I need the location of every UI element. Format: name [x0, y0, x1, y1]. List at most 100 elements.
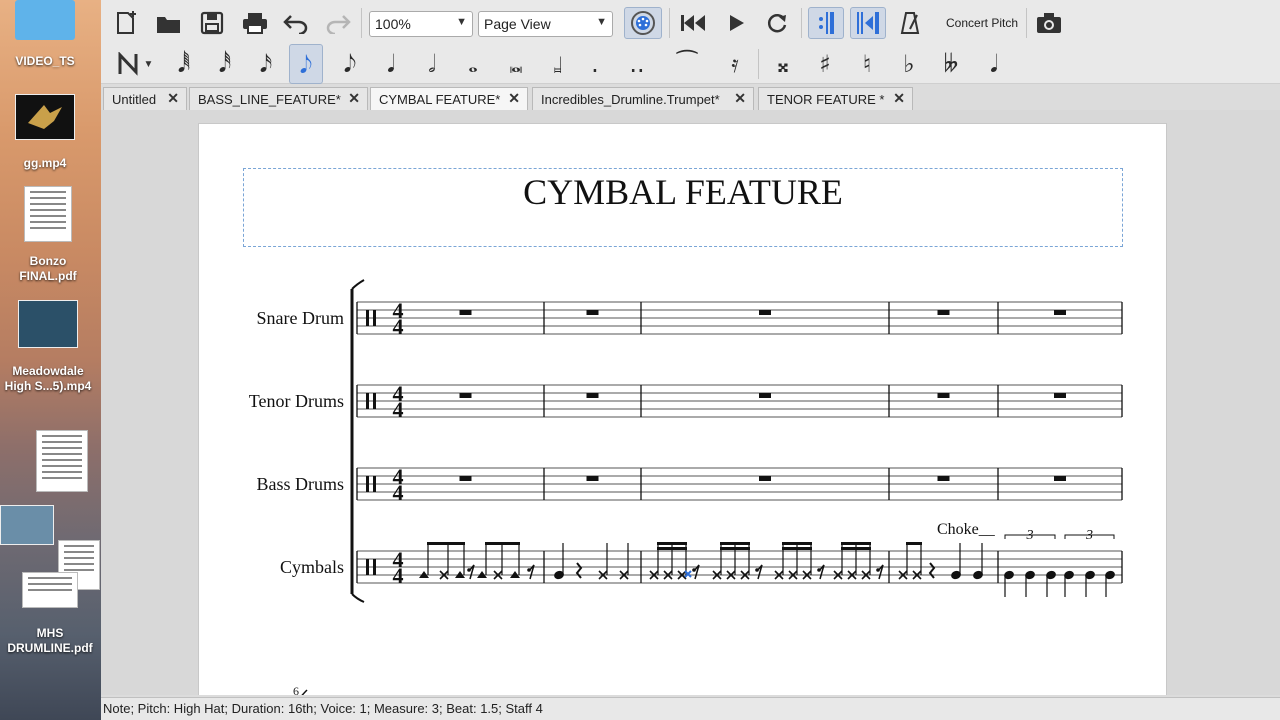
close-icon[interactable]: ✕ [167, 90, 179, 107]
metronome-icon[interactable] [898, 9, 922, 37]
folder-icon [15, 0, 75, 40]
main-toolbar: 100% ▼ Page View ▼ Concert Pitch [101, 0, 1280, 44]
midi-input-button[interactable] [624, 7, 662, 39]
new-score-icon[interactable] [113, 9, 141, 37]
tab-bass-line-feature[interactable]: BASS_LINE_FEATURE* ✕ [189, 87, 368, 110]
pdf-document-icon [24, 186, 72, 242]
toolbar-separator [1026, 8, 1027, 38]
64th-note-icon[interactable]: 𝅘𝅥𝅱 [170, 44, 198, 84]
view-mode-select[interactable]: Page View ▼ [478, 11, 613, 37]
whole-rest [759, 393, 771, 398]
desktop-file-bonzo[interactable]: Bonzo FINAL.pdf [8, 186, 88, 284]
tab-label: BASS_LINE_FEATURE* [198, 91, 341, 107]
percussion-clef [373, 476, 376, 492]
print-icon[interactable] [240, 9, 270, 37]
desktop-file-gg[interactable]: gg.mp4 [4, 94, 86, 171]
desktop-file-meadowdale[interactable]: Meadowdale High S...5).mp4 [0, 300, 96, 394]
note-input-mode-button[interactable]: ▼ [115, 50, 155, 78]
desktop-item-label: Meadowdale High S...5).mp4 [4, 364, 92, 393]
toolbar-separator [669, 8, 670, 38]
chevron-down-icon: ▼ [456, 16, 467, 28]
32nd-note-icon[interactable]: 𝅘𝅥𝅰 [211, 44, 239, 84]
tab-tenor-feature[interactable]: TENOR FEATURE * ✕ [758, 87, 913, 110]
sharp-icon[interactable]: ♯ [811, 44, 839, 84]
next-system-bracket [301, 689, 308, 695]
whole-rest [586, 393, 599, 398]
whole-rest [1054, 476, 1066, 481]
desktop-item-label: gg.mp4 [23, 156, 67, 170]
percussion-clef [373, 559, 376, 575]
flat-icon[interactable]: ♭ [895, 44, 923, 84]
double-flat-icon[interactable]: 𝄫 [935, 44, 967, 84]
percussion-clef [366, 476, 369, 492]
whole-rest [759, 310, 771, 315]
desktop-item-label: MHS DRUMLINE.pdf [7, 626, 93, 655]
score-tabs: Untitled ✕ BASS_LINE_FEATURE* ✕ CYMBAL F… [101, 85, 1280, 111]
pan-score-button[interactable] [850, 7, 886, 39]
tab-untitled[interactable]: Untitled ✕ [103, 87, 187, 110]
score-canvas[interactable]: CYMBAL FEATURE Snare Drum Tenor Drums Ba… [101, 110, 1280, 695]
repeat-icon [819, 12, 834, 34]
8th-note-plain-icon[interactable]: 𝅘𝅥𝅮 [336, 44, 364, 84]
rewind-icon[interactable] [678, 9, 708, 37]
natural-icon[interactable]: ♮ [853, 44, 881, 84]
augmentation-dot-icon[interactable]: . [587, 44, 603, 84]
play-icon[interactable] [722, 9, 750, 37]
whole-rest [586, 476, 599, 481]
tab-cymbal-feature[interactable]: CYMBAL FEATURE* ✕ [370, 87, 528, 111]
loop-playback-icon[interactable] [763, 9, 791, 37]
zoom-select[interactable]: 100% ▼ [369, 11, 473, 37]
time-signature-denominator: 4 [393, 314, 404, 339]
quarter-note-icon[interactable]: 𝅘𝅥 [377, 44, 405, 84]
save-icon[interactable] [198, 9, 226, 37]
close-icon[interactable]: ✕ [893, 90, 905, 107]
score-page[interactable]: CYMBAL FEATURE Snare Drum Tenor Drums Ba… [198, 123, 1167, 695]
concert-pitch-toggle[interactable]: Concert Pitch [946, 16, 1018, 30]
document-icon[interactable] [22, 572, 78, 608]
half-note-icon[interactable]: 𝅗𝅥 [418, 44, 446, 84]
document-icon[interactable] [36, 430, 88, 492]
beam [782, 542, 812, 545]
camera-icon[interactable] [1034, 9, 1064, 37]
eighth-rest-dot [692, 568, 696, 572]
close-icon[interactable]: ✕ [508, 90, 520, 107]
toolbar-separator [801, 8, 802, 38]
whole-rest [759, 476, 771, 481]
redo-icon[interactable] [324, 9, 352, 37]
flip-direction-icon[interactable]: 𝅘𝅥 [977, 44, 1011, 84]
breve-icon[interactable]: 𝅜 [502, 44, 530, 84]
desktop-item-label: VIDEO_TS [15, 54, 75, 68]
8th-note-icon[interactable]: 𝅘𝅥𝅮 [289, 44, 323, 84]
beam [657, 547, 687, 550]
close-icon[interactable]: ✕ [348, 90, 360, 107]
whole-rest [459, 476, 472, 481]
repeat-playback-button[interactable] [808, 7, 844, 39]
quarter-rest [575, 562, 583, 579]
tie-icon[interactable]: ⁀ [673, 44, 701, 84]
beam [782, 547, 812, 550]
beam [841, 547, 871, 550]
zoom-value: 100% [375, 16, 411, 32]
time-signature-denominator: 4 [393, 563, 404, 588]
desktop-file-mhs-drumline[interactable]: MHS DRUMLINE.pdf [0, 626, 100, 656]
time-signature-denominator: 4 [393, 397, 404, 422]
beam [427, 542, 465, 545]
double-dot-icon[interactable]: .. [625, 44, 649, 84]
double-sharp-icon[interactable]: 𝄪 [769, 44, 797, 84]
rest-icon[interactable]: 𝄿 [720, 44, 750, 84]
eighth-rest-dot [817, 568, 821, 572]
time-signature-denominator: 4 [393, 480, 404, 505]
score-staves[interactable]: 444444443 3 [199, 124, 1168, 695]
undo-icon[interactable] [282, 9, 310, 37]
system-bracket-top [351, 279, 365, 290]
percussion-clef [366, 393, 369, 409]
16th-note-icon[interactable]: 𝅘𝅥𝅯 [252, 44, 280, 84]
video-thumbnail-icon[interactable] [0, 505, 54, 545]
desktop-folder-video-ts[interactable]: VIDEO_TS [10, 0, 80, 69]
open-folder-icon[interactable] [155, 9, 183, 37]
close-icon[interactable]: ✕ [734, 90, 746, 107]
desktop-strip: VIDEO_TS gg.mp4 Bonzo FINAL.pdf Meadowda… [0, 0, 101, 720]
tab-incredibles-drumline[interactable]: Incredibles_Drumline.Trumpet* ✕ [532, 87, 754, 110]
whole-note-icon[interactable]: 𝅝 [459, 44, 487, 84]
longa-icon[interactable]: 𝆷 [544, 44, 572, 84]
